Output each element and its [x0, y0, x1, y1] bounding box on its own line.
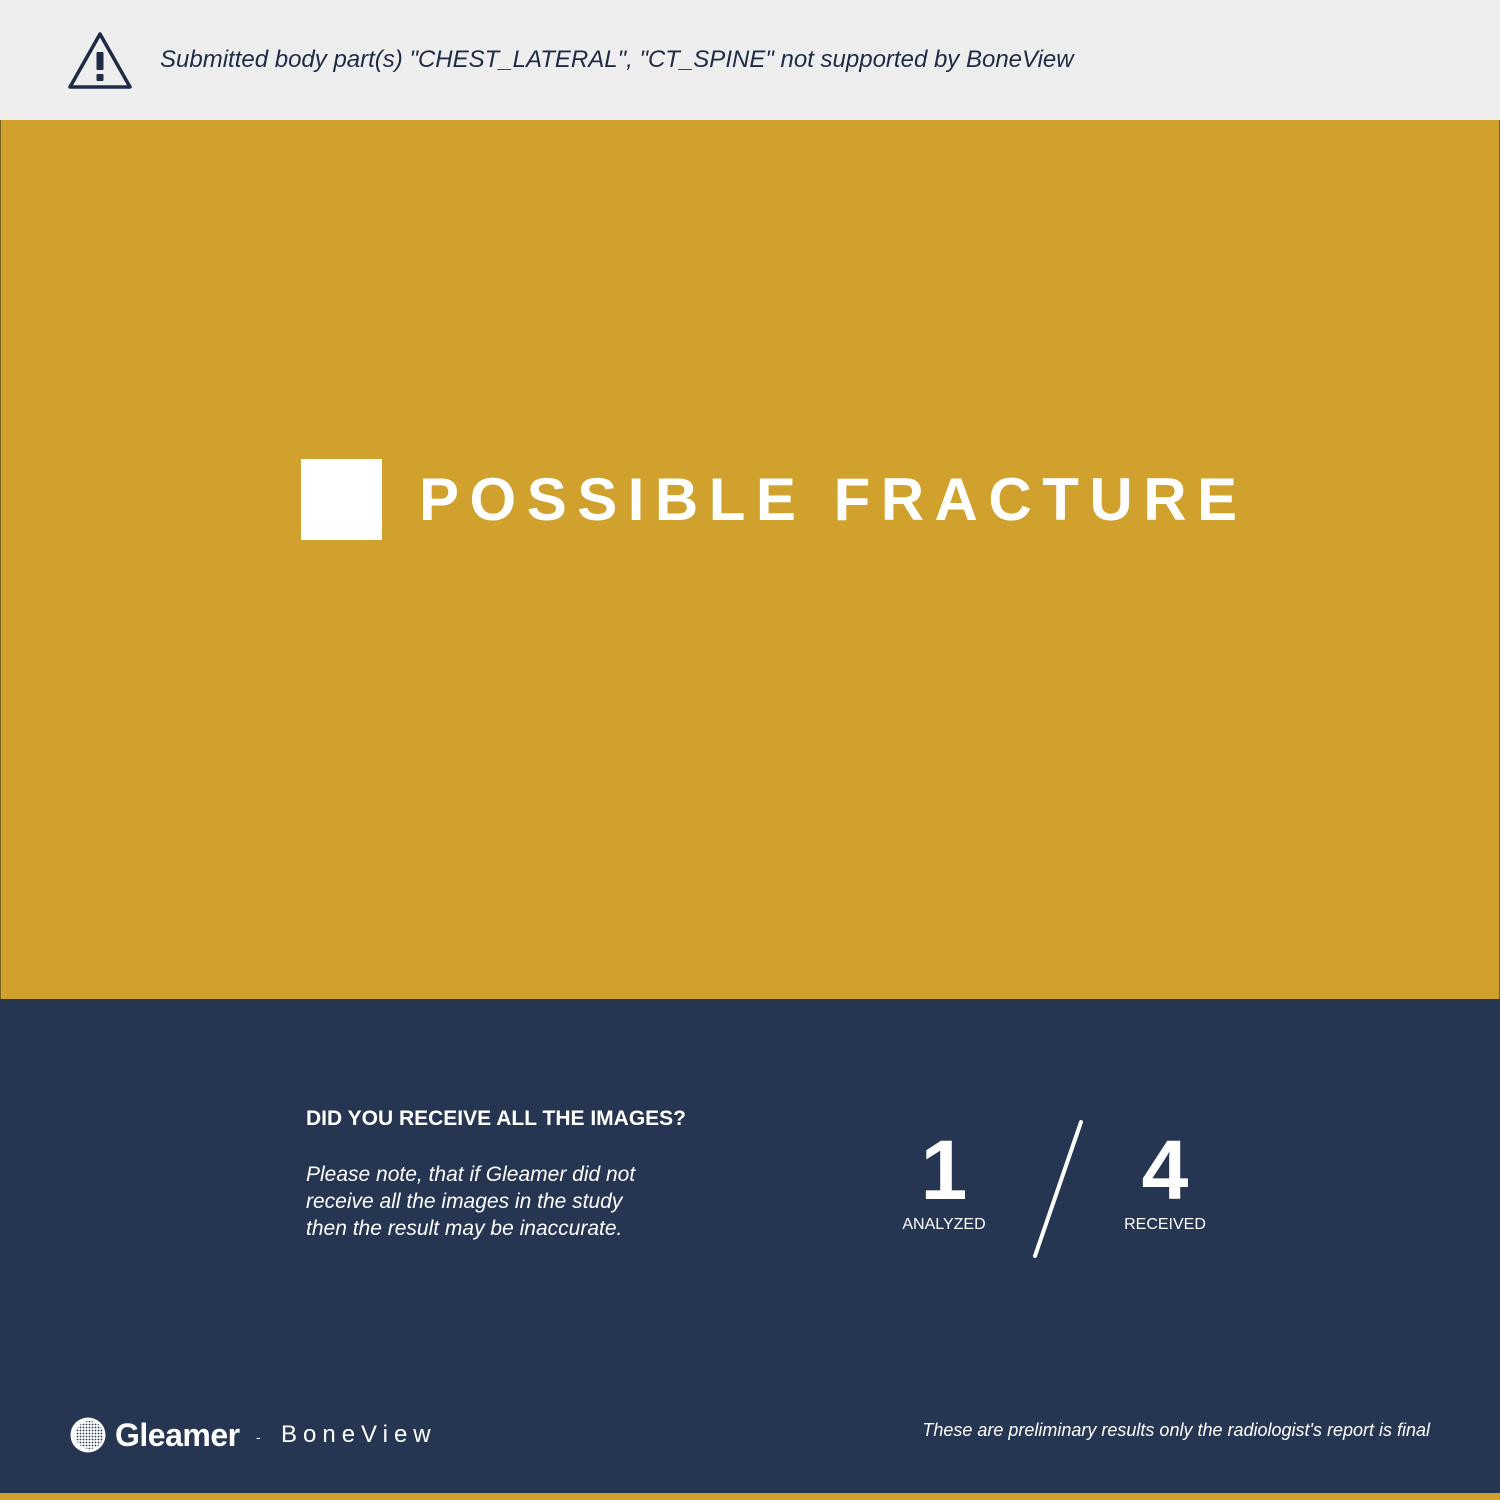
count-divider-slash [1033, 1120, 1083, 1258]
brand-separator: - [256, 1429, 261, 1445]
result-status-label: POSSIBLE FRACTURE [419, 466, 1248, 533]
disclaimer-text: These are preliminary results only the r… [922, 1420, 1430, 1440]
warning-banner: Submitted body part(s) "CHEST_LATERAL", … [0, 0, 1500, 120]
received-count: 4 [1141, 1123, 1189, 1217]
images-note: Please note, that if Gleamer did not rec… [306, 1161, 686, 1242]
images-note-line: then the result may be inaccurate. [306, 1217, 623, 1240]
gleamer-logo-icon [70, 1417, 106, 1453]
received-label: RECEIVED [1124, 1216, 1206, 1233]
result-status-panel: POSSIBLE FRACTURE [0, 120, 1500, 999]
bottom-accent-strip [0, 1493, 1500, 1500]
images-note-line: Please note, that if Gleamer did not [306, 1163, 636, 1186]
images-note-line: receive all the images in the study [306, 1190, 623, 1213]
square-marker-icon [301, 459, 382, 540]
image-count-panel: DID YOU RECEIVE ALL THE IMAGES? Please n… [0, 999, 1500, 1493]
brand-name: Gleamer [115, 1417, 240, 1453]
product-name: BoneView [281, 1421, 437, 1448]
brand-footer: Gleamer - BoneView [70, 1415, 490, 1455]
warning-triangle-icon [68, 32, 132, 89]
analyzed-count: 1 [920, 1123, 968, 1217]
analyzed-label: ANALYZED [902, 1216, 986, 1233]
images-question: DID YOU RECEIVE ALL THE IMAGES? [306, 1107, 686, 1130]
warning-message: Submitted body part(s) "CHEST_LATERAL", … [160, 46, 1074, 73]
